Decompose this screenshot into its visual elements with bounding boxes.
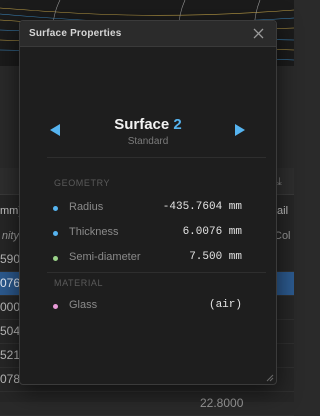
column-subheader-right: Col: [274, 230, 291, 242]
next-surface-button[interactable]: [234, 123, 246, 137]
divider: [47, 272, 266, 273]
property-value: 6.0076 mm: [182, 226, 242, 238]
material-section-label: MATERIAL: [54, 278, 104, 288]
surface-heading: Surface 2: [60, 116, 236, 133]
table-row[interactable]: 22.8000: [0, 392, 294, 416]
property-value: -435.7604 mm: [162, 201, 242, 213]
property-label: Glass: [69, 299, 98, 311]
property-label: Semi-diameter: [69, 251, 141, 263]
dialog-title: Surface Properties: [29, 28, 122, 39]
status-dot: [53, 206, 58, 211]
surface-type: Standard: [127, 136, 169, 147]
column-header-right: tail: [274, 205, 289, 217]
dialog-titlebar[interactable]: Surface Properties: [20, 21, 276, 47]
property-label: Thickness: [69, 226, 119, 238]
status-dot: [53, 304, 58, 309]
divider: [47, 157, 266, 158]
surface-properties-dialog: Surface Properties Surface 2 Standard GE…: [19, 20, 277, 385]
surface-label: Surface: [114, 116, 170, 133]
column-subheader-left: nity: [1, 230, 19, 242]
close-icon[interactable]: [251, 26, 266, 41]
property-value: 7.500 mm: [189, 251, 242, 263]
surface-number: 2: [173, 116, 182, 133]
resize-grip-icon[interactable]: [266, 374, 274, 382]
property-value: (air): [208, 299, 242, 311]
geometry-section-label: GEOMETRY: [54, 178, 111, 188]
status-dot: [53, 256, 58, 261]
status-dot: [53, 231, 58, 236]
column-header-left: mm): [0, 205, 19, 217]
download-icon[interactable]: ⤓: [277, 176, 291, 188]
property-label: Radius: [69, 201, 104, 213]
